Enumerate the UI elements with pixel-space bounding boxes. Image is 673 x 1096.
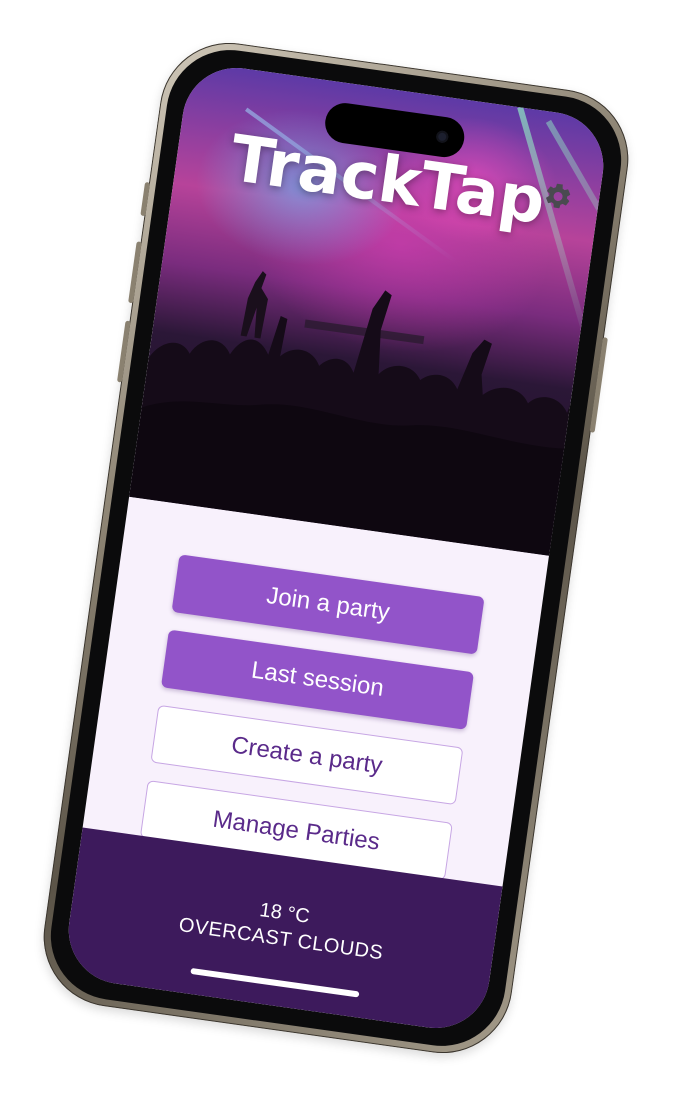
mockup-stage: TrackTap Join a party Last session Creat… — [0, 0, 673, 1096]
front-camera — [435, 130, 450, 144]
phone-frame: TrackTap Join a party Last session Creat… — [34, 33, 638, 1063]
phone-bezel: TrackTap Join a party Last session Creat… — [42, 41, 630, 1055]
crowd-silhouette — [129, 271, 588, 556]
gear-icon[interactable] — [541, 180, 575, 214]
action-button — [140, 181, 151, 217]
home-indicator[interactable] — [190, 967, 360, 998]
